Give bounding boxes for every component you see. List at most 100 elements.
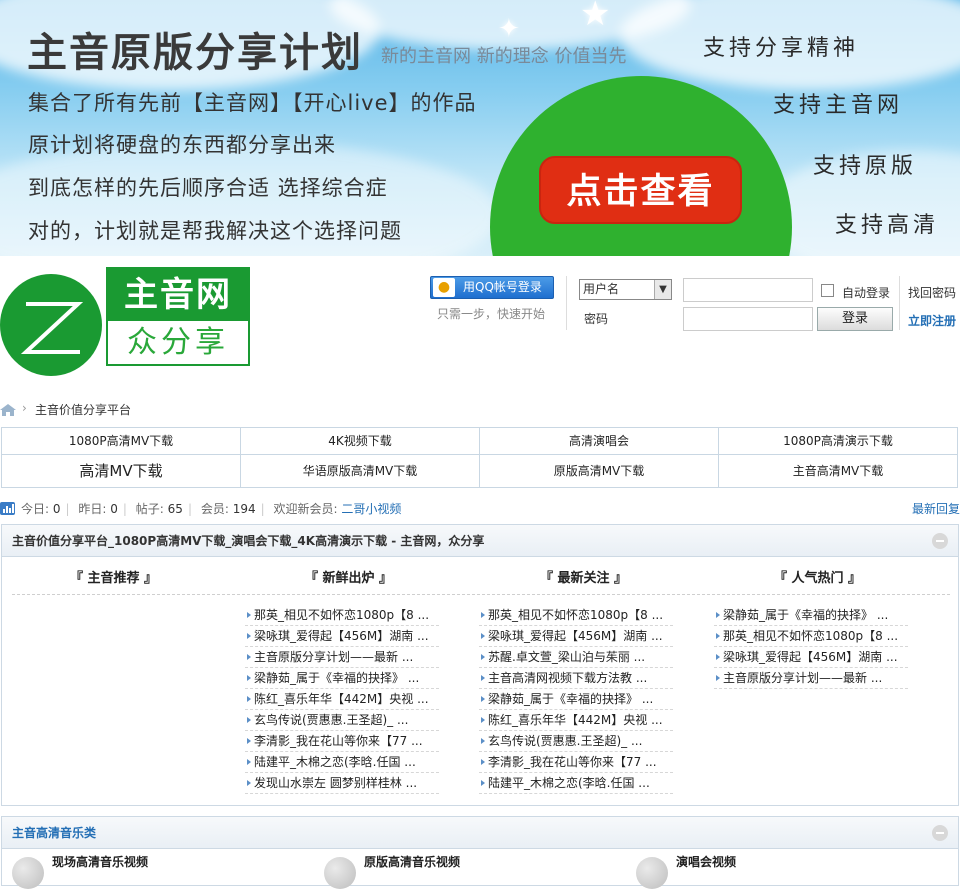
divider — [566, 276, 567, 330]
banner-line: 集合了所有先前【主音网】【开心live】的作品 — [28, 91, 477, 115]
auto-login-label: 自动登录 — [842, 286, 891, 300]
panel-title[interactable]: 主音价值分享平台_1080P高清MV下载_演唱会下载_4K高清演示下载 - 主音… — [12, 534, 484, 548]
list-item[interactable]: 玄鸟传说(贾惠惠.王圣超)_ ... — [245, 710, 439, 731]
column-title-focus: 『 最新关注 』 — [540, 571, 628, 586]
list-item[interactable]: 那英_相见不如怀恋1080p【8 ... — [479, 605, 673, 626]
stat-label: 会员: — [200, 502, 229, 516]
panel-header: 主音高清音乐类 — [2, 817, 958, 849]
bar-chart-icon — [0, 502, 15, 515]
yesterday-count: 0 — [110, 502, 118, 516]
posts-count: 65 — [167, 502, 183, 516]
category-link[interactable]: 现场高清音乐视频 — [52, 853, 148, 870]
banner-line: 对的，计划就是帮我解决这个选择问题 — [28, 219, 402, 243]
list-item[interactable]: 李清影_我在花山等你来【77 ... — [479, 752, 673, 773]
nav-item[interactable]: 高清MV下载 — [1, 454, 241, 488]
star-icon: ✦ — [498, 14, 520, 44]
login-button[interactable]: 登录 — [817, 307, 893, 331]
nav-item[interactable]: 1080P高清演示下载 — [718, 427, 958, 455]
banner-slogan: 支持分享精神 — [703, 36, 860, 61]
list-focus: 那英_相见不如怀恋1080p【8 ... 梁咏琪_爱得起【456M】湖南 ...… — [479, 605, 673, 794]
banner-subtitle: 新的主音网 新的理念 价值当先 — [381, 46, 627, 67]
qq-penguin-icon: ● — [433, 278, 455, 297]
username-input[interactable] — [683, 278, 813, 302]
list-item[interactable]: 苏醒.卓文萱_梁山泊与茱丽 ... — [479, 647, 673, 668]
nav-item[interactable]: 高清演唱会 — [479, 427, 719, 455]
stat-label: 欢迎新会员: — [273, 502, 338, 516]
list-item[interactable]: 梁咏琪_爱得起【456M】湖南 ... — [479, 626, 673, 647]
chevron-down-icon: ▼ — [654, 280, 671, 299]
star-icon: ★ — [580, 0, 611, 34]
latest-reply-link[interactable]: 最新回复 — [912, 500, 960, 517]
list-item[interactable]: 梁静茹_属于《幸福的抉择》 ... — [245, 668, 439, 689]
today-count: 0 — [52, 502, 61, 516]
panel-title[interactable]: 主音高清音乐类 — [12, 826, 96, 840]
list-hot: 梁静茹_属于《幸福的抉择》 ... 那英_相见不如怀恋1080p【8 ... 梁… — [714, 605, 908, 689]
qq-login-hint: 只需一步，快速开始 — [437, 307, 546, 321]
home-icon[interactable] — [0, 404, 16, 416]
list-item[interactable]: 李清影_我在花山等你来【77 ... — [245, 731, 439, 752]
list-item[interactable]: 梁静茹_属于《幸福的抉择》 ... — [479, 689, 673, 710]
banner-slogan: 支持主音网 — [773, 93, 904, 118]
password-input[interactable] — [683, 307, 813, 331]
list-item[interactable]: 梁咏琪_爱得起【456M】湖南 ... — [245, 626, 439, 647]
list-item[interactable]: 陈红_喜乐年华【442M】央视 ... — [479, 710, 673, 731]
nav-item[interactable]: 原版高清MV下载 — [479, 454, 719, 488]
nav-grid: 1080P高清MV下载 4K视频下载 高清演唱会 1080P高清演示下载 高清M… — [1, 427, 960, 488]
nav-item[interactable]: 4K视频下载 — [240, 427, 480, 455]
nav-item[interactable]: 主音高清MV下载 — [718, 454, 958, 488]
username-type-select[interactable]: 用户名 ▼ — [579, 279, 672, 300]
list-item[interactable]: 梁咏琪_爱得起【456M】湖南 ... — [714, 647, 908, 668]
list-item[interactable]: 陆建平_木棉之恋(李晗.任国 ... — [245, 752, 439, 773]
list-item[interactable]: 陈红_喜乐年华【442M】央视 ... — [245, 689, 439, 710]
new-member-link[interactable]: 二哥小视频 — [341, 502, 401, 516]
qq-login-button[interactable]: ● 用QQ帐号登录 — [430, 276, 554, 299]
list-item[interactable]: 那英_相见不如怀恋1080p【8 ... — [245, 605, 439, 626]
z-letter-icon — [20, 302, 84, 354]
list-item[interactable]: 主音高清网视频下载方法教 ... — [479, 668, 673, 689]
breadcrumb-current[interactable]: 主音价值分享平台 — [35, 401, 131, 418]
stat-label: 昨日: — [78, 502, 107, 516]
stats-items: 今日: 0 | 昨日: 0 | 帖子: 65 | 会员: 194 | 欢迎新会员: 二哥… — [21, 502, 402, 516]
column-title-new: 『 新鲜出炉 』 — [305, 571, 393, 586]
column-title-hot: 『 人气热门 』 — [774, 571, 862, 586]
members-count: 194 — [232, 502, 256, 516]
logo-z-mark — [0, 274, 102, 376]
auto-login-checkbox[interactable] — [821, 284, 834, 297]
logo-top-text: 主音网 — [108, 269, 248, 321]
list-item[interactable]: 玄鸟传说(贾惠惠.王圣超)_ ... — [479, 731, 673, 752]
list-item[interactable]: 主音原版分享计划——最新 ... — [714, 668, 908, 689]
banner[interactable]: ✦ ★ 主音原版分享计划 新的主音网 新的理念 价值当先 集合了所有先前【主音网… — [0, 0, 960, 256]
list-item[interactable]: 主音原版分享计划——最新 ... — [245, 647, 439, 668]
banner-title: 主音原版分享计划 — [27, 30, 363, 76]
list-item[interactable]: 梁静茹_属于《幸福的抉择》 ... — [714, 605, 908, 626]
banner-slogan: 支持原版 — [813, 154, 918, 179]
breadcrumb-separator-icon: › — [22, 401, 27, 415]
select-value: 用户名 — [583, 282, 620, 296]
banner-line: 原计划将硬盘的东西都分享出来 — [28, 133, 336, 157]
forum-icon[interactable] — [12, 857, 44, 889]
collapse-icon[interactable] — [932, 825, 948, 841]
logo-bottom-text: 众分享 — [127, 325, 229, 360]
view-now-button[interactable]: 点击查看 — [539, 156, 742, 224]
banner-slogan: 支持高清 — [835, 213, 940, 238]
category-link[interactable]: 原版高清音乐视频 — [364, 853, 460, 870]
list-item[interactable]: 陆建平_木棉之恋(李晗.任国 ... — [479, 773, 673, 794]
list-item[interactable]: 那英_相见不如怀恋1080p【8 ... — [714, 626, 908, 647]
collapse-icon[interactable] — [932, 533, 948, 549]
find-password-link[interactable]: 找回密码 — [908, 284, 956, 301]
divider — [12, 594, 950, 595]
qq-login-label: 用QQ帐号登录 — [463, 280, 542, 294]
password-label: 密码 — [584, 312, 609, 326]
forum-icon[interactable] — [636, 857, 668, 889]
panel-header: 主音价值分享平台_1080P高清MV下载_演唱会下载_4K高清演示下载 - 主音… — [2, 525, 958, 557]
list-item[interactable]: 发现山水崇左 圆梦别样桂林 ... — [245, 773, 439, 794]
register-link[interactable]: 立即注册 — [908, 312, 956, 329]
stat-label: 帖子: — [135, 502, 164, 516]
category-link[interactable]: 演唱会视频 — [676, 853, 736, 870]
nav-item[interactable]: 1080P高清MV下载 — [1, 427, 241, 455]
column-title-recommend: 『 主音推荐 』 — [70, 571, 158, 586]
list-new: 那英_相见不如怀恋1080p【8 ... 梁咏琪_爱得起【456M】湖南 ...… — [245, 605, 439, 794]
forum-icon[interactable] — [324, 857, 356, 889]
logo-text-box: 主音网 众分享 — [106, 267, 250, 366]
nav-item[interactable]: 华语原版高清MV下载 — [240, 454, 480, 488]
